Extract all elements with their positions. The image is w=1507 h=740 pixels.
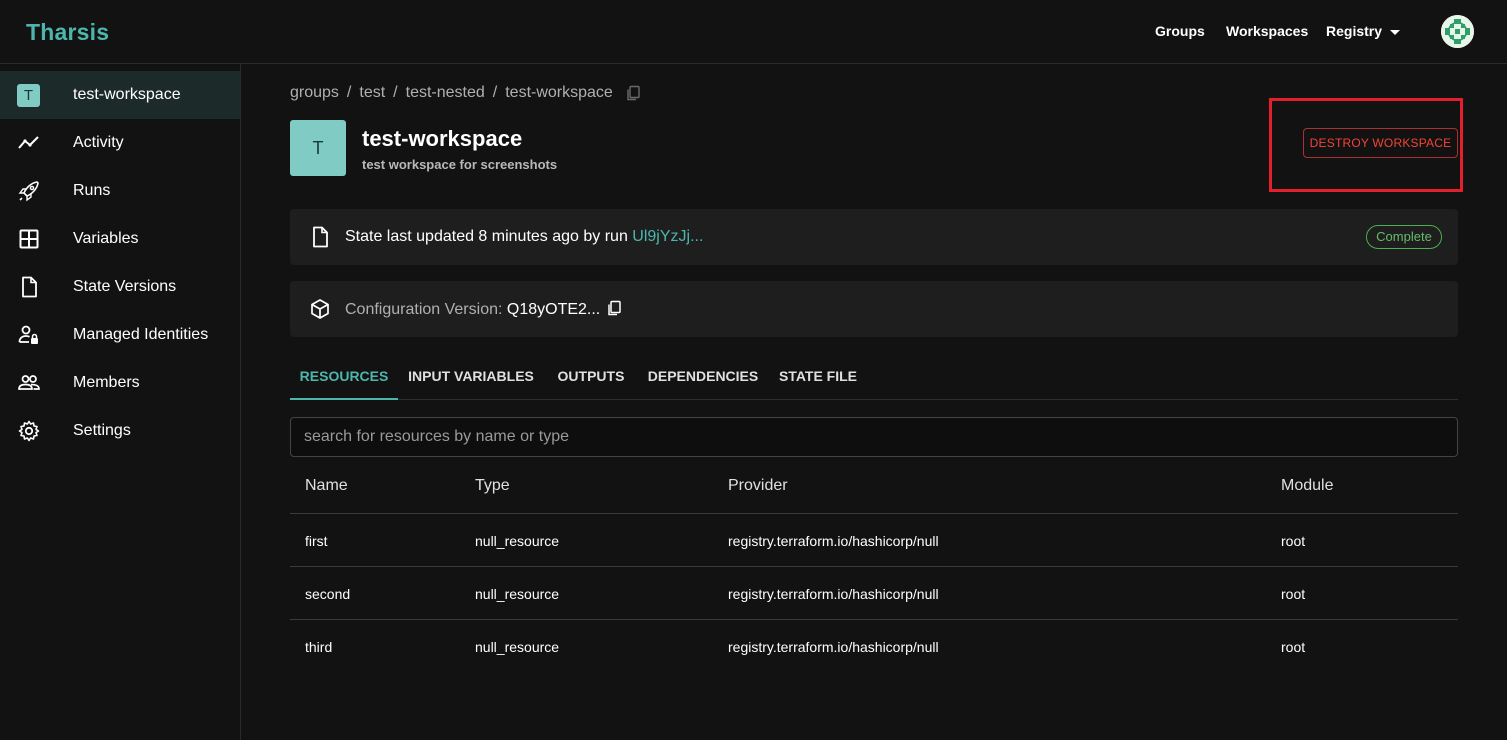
sidebar-item-label: Runs: [73, 182, 111, 199]
configuration-value: Q18yOTE2...: [506, 301, 601, 318]
sidebar-item-managed-identities[interactable]: Managed Identities: [0, 311, 240, 359]
cell-name: second: [305, 586, 351, 602]
tab-bar: RESOURCES INPUT VARIABLES OUTPUTS DEPEND…: [290, 352, 1458, 400]
breadcrumb-link-groups[interactable]: groups: [290, 84, 339, 101]
brand-logo[interactable]: Tharsis: [26, 19, 109, 46]
sidebar-item-workspace[interactable]: T test-workspace: [0, 71, 240, 119]
cell-module: root: [1281, 533, 1306, 549]
sidebar-item-label: Settings: [73, 422, 131, 439]
cell-type: null_resource: [475, 586, 560, 602]
sidebar: T test-workspace Activity Runs Variables: [0, 64, 241, 740]
sidebar-item-label: Activity: [73, 134, 124, 151]
grid-icon: [19, 229, 39, 249]
rocket-icon: [18, 181, 39, 202]
nav-groups-link[interactable]: Groups: [1155, 23, 1205, 39]
resource-search-input[interactable]: [290, 417, 1458, 457]
sidebar-item-activity[interactable]: Activity: [0, 119, 240, 167]
breadcrumb-separator: /: [492, 84, 498, 101]
breadcrumb: groups / test / test-nested / test-workspace: [290, 84, 641, 102]
cell-name: third: [305, 639, 333, 655]
configuration-label: Configuration Version:: [345, 301, 507, 318]
copy-icon[interactable]: [625, 85, 641, 101]
tab-input-variables[interactable]: INPUT VARIABLES: [398, 352, 544, 400]
sidebar-item-members[interactable]: Members: [0, 359, 240, 407]
table-row: first null_resource registry.terraform.i…: [290, 513, 1458, 566]
top-app-bar: Tharsis Groups Workspaces Registry: [0, 0, 1507, 64]
breadcrumb-link-test[interactable]: test: [359, 84, 385, 101]
people-icon: [18, 375, 40, 390]
run-link[interactable]: Ul9jYzJj...: [632, 228, 703, 245]
table-row: second null_resource registry.terraform.…: [290, 566, 1458, 619]
copy-icon[interactable]: [606, 300, 622, 316]
column-header-name: Name: [305, 477, 348, 494]
person-lock-icon: [18, 325, 38, 344]
tab-state-file[interactable]: STATE FILE: [768, 352, 868, 400]
chevron-down-icon: [1390, 29, 1401, 35]
tab-resources[interactable]: RESOURCES: [290, 352, 398, 400]
tab-dependencies[interactable]: DEPENDENCIES: [638, 352, 768, 400]
page-title: test-workspace: [362, 126, 523, 151]
state-card-text: State last updated 8 minutes ago by run …: [345, 228, 703, 246]
state-card: State last updated 8 minutes ago by run …: [290, 209, 1458, 265]
status-badge: Complete: [1366, 225, 1442, 249]
cell-module: root: [1281, 586, 1306, 602]
column-header-type: Type: [475, 477, 510, 494]
cube-icon: [311, 299, 329, 319]
cell-provider: registry.terraform.io/hashicorp/null: [728, 586, 939, 602]
column-header-module: Module: [1281, 477, 1334, 494]
sidebar-item-label: Members: [73, 374, 140, 391]
tab-outputs[interactable]: OUTPUTS: [544, 352, 638, 400]
nav-workspaces-link[interactable]: Workspaces: [1226, 23, 1308, 39]
sidebar-item-state-versions[interactable]: State Versions: [0, 263, 240, 311]
sidebar-item-label: Variables: [73, 230, 139, 247]
file-icon: [313, 226, 328, 248]
breadcrumb-link-test-nested[interactable]: test-nested: [406, 84, 485, 101]
cell-provider: registry.terraform.io/hashicorp/null: [728, 533, 939, 549]
gear-icon: [18, 420, 40, 442]
configuration-card: Configuration Version: Q18yOTE2...: [290, 281, 1458, 337]
sidebar-item-label: test-workspace: [73, 86, 181, 103]
cell-type: null_resource: [475, 533, 560, 549]
cell-type: null_resource: [475, 639, 560, 655]
cell-provider: registry.terraform.io/hashicorp/null: [728, 639, 939, 655]
sidebar-item-label: Managed Identities: [73, 326, 209, 343]
breadcrumb-separator: /: [346, 84, 352, 101]
identicon-icon: [1441, 15, 1474, 48]
nav-registry-menu[interactable]: Registry: [1326, 23, 1401, 39]
sidebar-item-settings[interactable]: Settings: [0, 407, 240, 455]
sidebar-item-runs[interactable]: Runs: [0, 167, 240, 215]
sidebar-item-label: State Versions: [73, 278, 177, 295]
breadcrumb-current: test-workspace: [505, 84, 613, 101]
user-avatar[interactable]: [1441, 15, 1474, 48]
nav-registry-label: Registry: [1326, 23, 1383, 39]
activity-icon: [18, 136, 39, 149]
workspace-description: test workspace for screenshots: [362, 157, 558, 172]
workspace-avatar: T: [290, 120, 346, 176]
table-row: third null_resource registry.terraform.i…: [290, 619, 1458, 672]
column-header-provider: Provider: [728, 477, 788, 494]
configuration-text: Configuration Version: Q18yOTE2...: [345, 300, 622, 319]
cell-name: first: [305, 533, 328, 549]
state-updated-text: State last updated 8 minutes ago by run: [345, 228, 633, 245]
sidebar-item-variables[interactable]: Variables: [0, 215, 240, 263]
file-icon: [22, 276, 37, 298]
workspace-badge: T: [17, 84, 40, 107]
breadcrumb-separator: /: [393, 84, 398, 101]
destroy-workspace-button[interactable]: DESTROY WORKSPACE: [1303, 128, 1458, 158]
cell-module: root: [1281, 639, 1306, 655]
